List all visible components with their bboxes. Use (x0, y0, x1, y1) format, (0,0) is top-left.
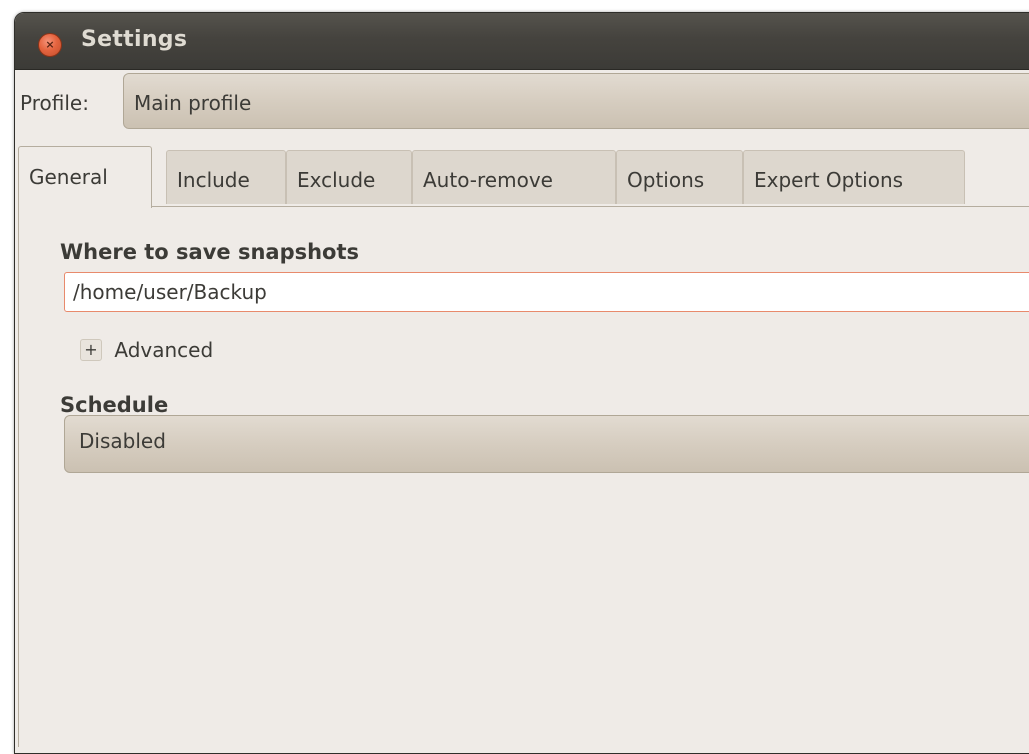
tab-exclude[interactable]: Exclude (286, 150, 412, 204)
title-bar[interactable]: × Settings (15, 13, 1029, 70)
save-path-value: /home/user/Backup (73, 280, 267, 304)
save-path-input[interactable]: /home/user/Backup (64, 272, 1029, 312)
profile-label: Profile: (20, 91, 89, 115)
tab-include[interactable]: Include (166, 150, 286, 204)
schedule-dropdown[interactable]: Disabled (64, 415, 1029, 473)
tab-general[interactable]: General (18, 146, 152, 208)
advanced-label: Advanced (114, 338, 214, 362)
window-title: Settings (81, 27, 188, 52)
tab-options-label: Options (627, 168, 705, 192)
tab-auto-remove-label: Auto-remove (423, 168, 553, 192)
close-button[interactable]: × (38, 33, 62, 57)
close-icon: × (45, 38, 55, 51)
save-location-heading: Where to save snapshots (60, 240, 360, 264)
tab-expert-options-label: Expert Options (754, 168, 904, 192)
tab-general-label: General (29, 165, 108, 189)
schedule-heading: Schedule (60, 393, 169, 417)
schedule-dropdown-value: Disabled (79, 429, 166, 453)
profile-dropdown[interactable]: Main profile (123, 73, 1029, 129)
tab-auto-remove[interactable]: Auto-remove (412, 150, 616, 204)
tab-include-label: Include (177, 168, 250, 192)
profile-dropdown-value: Main profile (134, 91, 252, 115)
plus-expander-icon: + (80, 339, 102, 361)
tab-expert-options[interactable]: Expert Options (743, 150, 965, 204)
advanced-expander[interactable]: + Advanced (80, 338, 213, 362)
tab-options[interactable]: Options (616, 150, 743, 204)
tab-exclude-label: Exclude (297, 168, 376, 192)
